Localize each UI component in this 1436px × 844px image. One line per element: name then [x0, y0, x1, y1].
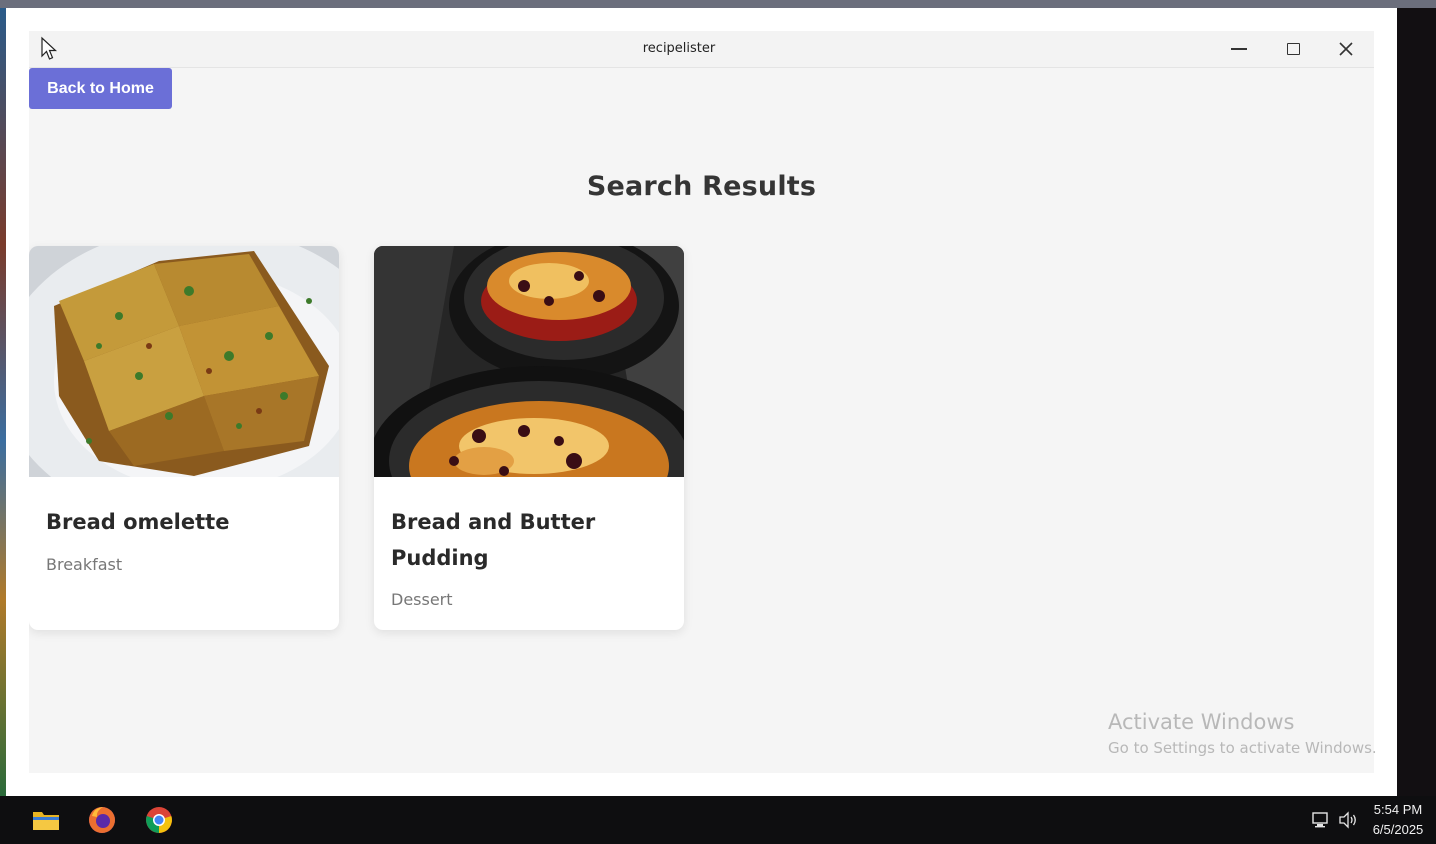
- network-icon[interactable]: [1311, 811, 1331, 829]
- maximize-button[interactable]: [1273, 35, 1313, 63]
- close-button[interactable]: [1326, 35, 1366, 63]
- volume-icon[interactable]: [1338, 811, 1358, 829]
- clock-time: 5:54 PM: [1373, 802, 1423, 817]
- close-icon: [1339, 42, 1353, 56]
- page-title: Search Results: [586, 171, 817, 202]
- window-title: recipelister: [642, 41, 716, 56]
- chrome-icon[interactable]: [145, 806, 173, 834]
- desktop-background-right: [1397, 8, 1436, 796]
- file-explorer-icon[interactable]: [32, 806, 60, 834]
- back-to-home-button[interactable]: Back to Home: [29, 68, 172, 109]
- bread-butter-pudding-photo: [374, 246, 684, 477]
- recipe-card[interactable]: Bread and Butter Pudding Dessert: [374, 246, 684, 630]
- recipe-category: Dessert: [391, 590, 453, 609]
- mouse-cursor-icon: [41, 36, 58, 60]
- firefox-icon[interactable]: [88, 806, 116, 834]
- recipe-card[interactable]: Bread omelette Breakfast: [29, 246, 339, 630]
- minimize-button[interactable]: [1219, 35, 1259, 63]
- app-window: recipelister Back to Home Search Results: [29, 31, 1374, 773]
- recipe-title: Bread omelette: [46, 510, 230, 534]
- taskbar: 5:54 PM 6/5/2025: [0, 796, 1436, 844]
- watermark-title: Activate Windows: [1108, 710, 1295, 734]
- bread-omelette-photo: [29, 246, 339, 477]
- activate-windows-watermark: Activate Windows Go to Settings to activ…: [1108, 708, 1393, 760]
- recipe-title: Bread and Butter Pudding: [391, 510, 596, 570]
- title-bar: recipelister: [29, 31, 1374, 68]
- desktop-top-strip: [0, 0, 1436, 8]
- clock-date: 6/5/2025: [1372, 822, 1424, 837]
- minimize-icon: [1231, 48, 1247, 50]
- watermark-subtitle: Go to Settings to activate Windows.: [1108, 739, 1377, 757]
- system-clock[interactable]: 5:54 PM 6/5/2025: [1366, 800, 1430, 840]
- maximize-icon: [1286, 43, 1300, 55]
- recipe-category: Breakfast: [46, 555, 123, 574]
